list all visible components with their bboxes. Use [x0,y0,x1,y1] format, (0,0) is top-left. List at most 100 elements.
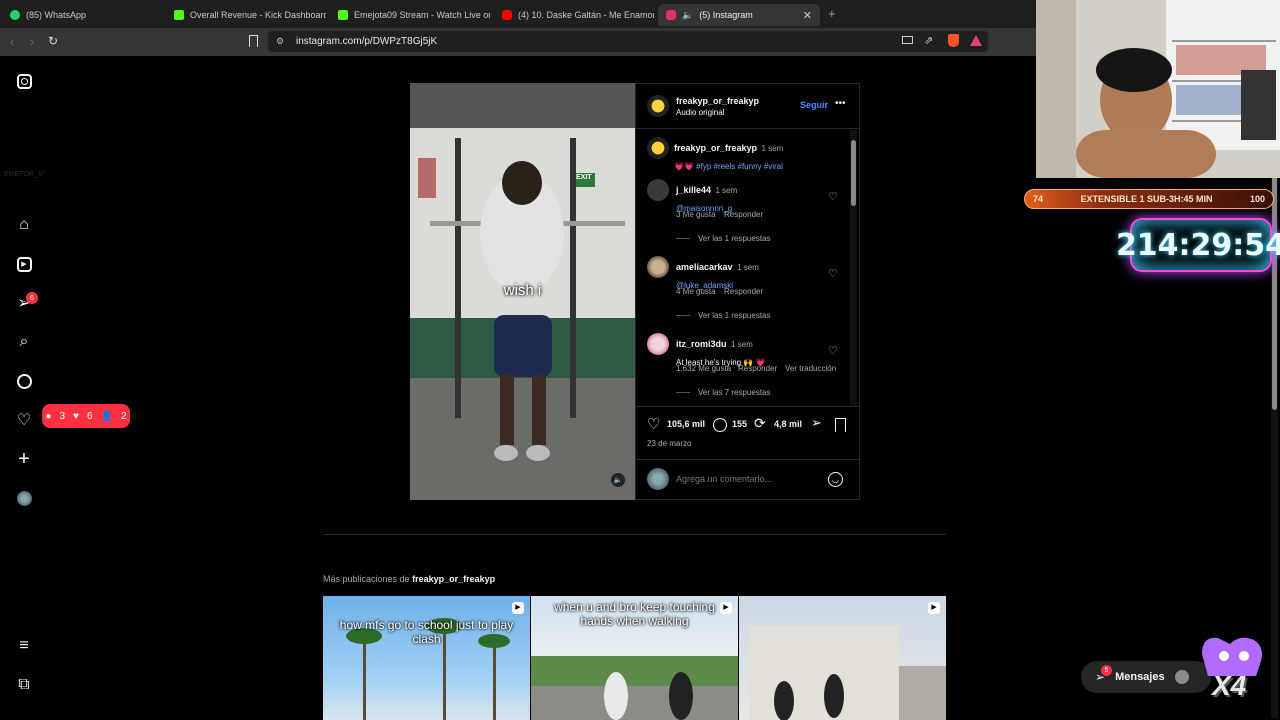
subathon-goal-value: 100 [1249,194,1265,204]
more-options-icon[interactable]: ••• [835,98,846,109]
like-comment-icon[interactable]: ♡ [828,267,838,280]
url-text[interactable]: instagram.com/p/DWPzT8Gj5jK [296,36,437,47]
thumb-image [749,626,946,720]
post-date: 23 de marzo [647,439,692,448]
view-replies[interactable]: Ver las 7 respuestas [698,388,770,397]
tab-title: (85) WhatsApp [26,10,87,20]
instagram-icon [666,10,676,20]
view-replies[interactable]: Ver las 1 respuestas [698,234,770,243]
mute-icon[interactable]: 🔈 [611,473,625,487]
comment-username[interactable]: ameliacarkav [676,262,733,272]
more-posts-author[interactable]: freakyp_or_freakyp [412,574,495,584]
likes-count[interactable]: 105,6 mil [667,419,705,429]
tab-kick-dashboard[interactable]: Overall Revenue - Kick Dashboard [166,4,326,26]
faded-overlay-text: EMEFOR_X⁰ [4,171,46,178]
tab-youtube[interactable]: (4) 10. Daske Galtán - Me Enamoras [494,4,654,26]
comment-username[interactable]: j_kille44 [676,185,711,195]
follow-button[interactable]: Seguir [800,100,828,110]
messages-label: Mensajes [1115,671,1165,683]
divider [636,406,859,407]
also-from-meta-icon[interactable]: ⧉ [14,675,34,695]
comment-username[interactable]: itz_romi3du [676,339,727,349]
video-caption: wish i [503,282,542,299]
author-username[interactable]: freakyp_or_freakyp [676,96,759,106]
divider [636,459,859,460]
emoji-icon[interactable]: ◡ [828,472,843,487]
forward-icon[interactable]: › [30,34,34,49]
comment-likes[interactable]: 1.632 Me gusta [676,364,731,373]
webcam-image [1036,0,1280,178]
share-icon[interactable]: ➢ [811,415,822,431]
profile-avatar[interactable] [14,488,34,508]
caption-username[interactable]: freakyp_or_freakyp [674,143,757,153]
post-video[interactable]: EXIT wish i 🔈 [410,83,635,500]
caption-avatar[interactable] [647,137,669,159]
comment-icon: ● [45,410,52,422]
more-post-thumb[interactable]: ▶ [739,596,946,720]
new-tab-button[interactable]: + [828,6,836,21]
comment-icon[interactable] [713,418,727,432]
tab-title: (4) 10. Daske Galtán - Me Enamoras [518,10,654,20]
browser-tab-bar: (85) WhatsApp Overall Revenue - Kick Das… [0,0,1036,28]
scrollbar-thumb[interactable] [851,140,856,206]
back-icon[interactable]: ‹ [10,34,14,49]
save-icon[interactable] [835,418,846,432]
more-post-thumb[interactable]: when u and bro keep touching hands when … [531,596,738,720]
close-tab-icon[interactable]: ✕ [803,9,812,22]
tab-kick-stream[interactable]: Emejota09 Stream - Watch Live on K [330,4,490,26]
explore-icon[interactable] [14,371,34,391]
reel-icon: ▶ [720,602,732,614]
comment-input[interactable] [676,472,816,486]
youtube-icon [502,10,512,20]
comment-avatar[interactable] [647,179,669,201]
tab-instagram[interactable]: 🔈 (5) Instagram ✕ [658,4,820,26]
menu-icon[interactable]: ≡ [14,636,34,656]
tab-whatsapp[interactable]: (85) WhatsApp [2,4,162,26]
reply-button[interactable]: Responder [738,364,777,373]
heart-notifications-icon[interactable]: ♡ [14,410,34,430]
audio-label[interactable]: Audio original [676,108,724,117]
like-comment-icon[interactable]: ♡ [828,344,838,357]
messages-button[interactable]: ➢ Mensajes [1081,661,1211,693]
author-avatar[interactable] [647,95,669,117]
search-icon[interactable]: ⌕ [14,332,34,352]
like-comment-icon[interactable]: ♡ [828,190,838,203]
comments-count[interactable]: 155 [732,419,747,429]
share-icon[interactable]: ⇗ [924,34,933,47]
view-replies[interactable]: Ver las 1 respuestas [698,311,770,320]
replies-line [676,238,690,239]
create-icon[interactable]: + [14,448,34,470]
divider [636,128,859,129]
multiplier-text: X4 [1212,670,1247,701]
cast-icon[interactable] [902,36,913,44]
reload-icon[interactable]: ↻ [48,34,58,48]
like-count: 6 [86,410,93,422]
comment-likes[interactable]: 3 Me gusta [676,210,716,219]
speaker-icon: 🔈 [682,9,694,20]
reels-icon[interactable]: ▶ [14,254,34,274]
mascot-graphic: X4 [1196,634,1268,704]
reposts-count[interactable]: 4,8 mil [774,419,802,429]
brave-shield-icon[interactable] [948,34,959,47]
follow-icon: 👤 [100,410,113,422]
home-icon[interactable]: ⌂ [14,215,34,235]
site-settings-icon[interactable]: ⚙ [276,36,284,47]
thumb-image [346,618,510,720]
caption-time: 1 sem [761,144,784,153]
like-icon[interactable]: ♡ [647,415,660,433]
repost-icon[interactable]: ⟳ [754,415,766,432]
more-post-thumb[interactable]: how mfs go to school just to play clash … [323,596,530,720]
brave-rewards-icon[interactable] [970,35,982,46]
reply-button[interactable]: Responder [724,210,763,219]
replies-line [676,315,690,316]
comment-likes[interactable]: 4 Me gusta [676,287,716,296]
comment-avatar[interactable] [647,256,669,278]
subathon-bar: 74 EXTENSIBLE 1 SUB-3H:45 MIN 100 [1024,189,1274,209]
instagram-logo-icon[interactable] [14,71,34,91]
activity-popup[interactable]: ● 3 ♥ 6 👤 2 [42,404,130,428]
translate-button[interactable]: Ver traducción [785,364,836,373]
comment-avatar[interactable] [647,333,669,355]
tab-title: Emejota09 Stream - Watch Live on K [354,10,490,20]
reply-button[interactable]: Responder [724,287,763,296]
bookmark-icon[interactable] [249,35,258,47]
